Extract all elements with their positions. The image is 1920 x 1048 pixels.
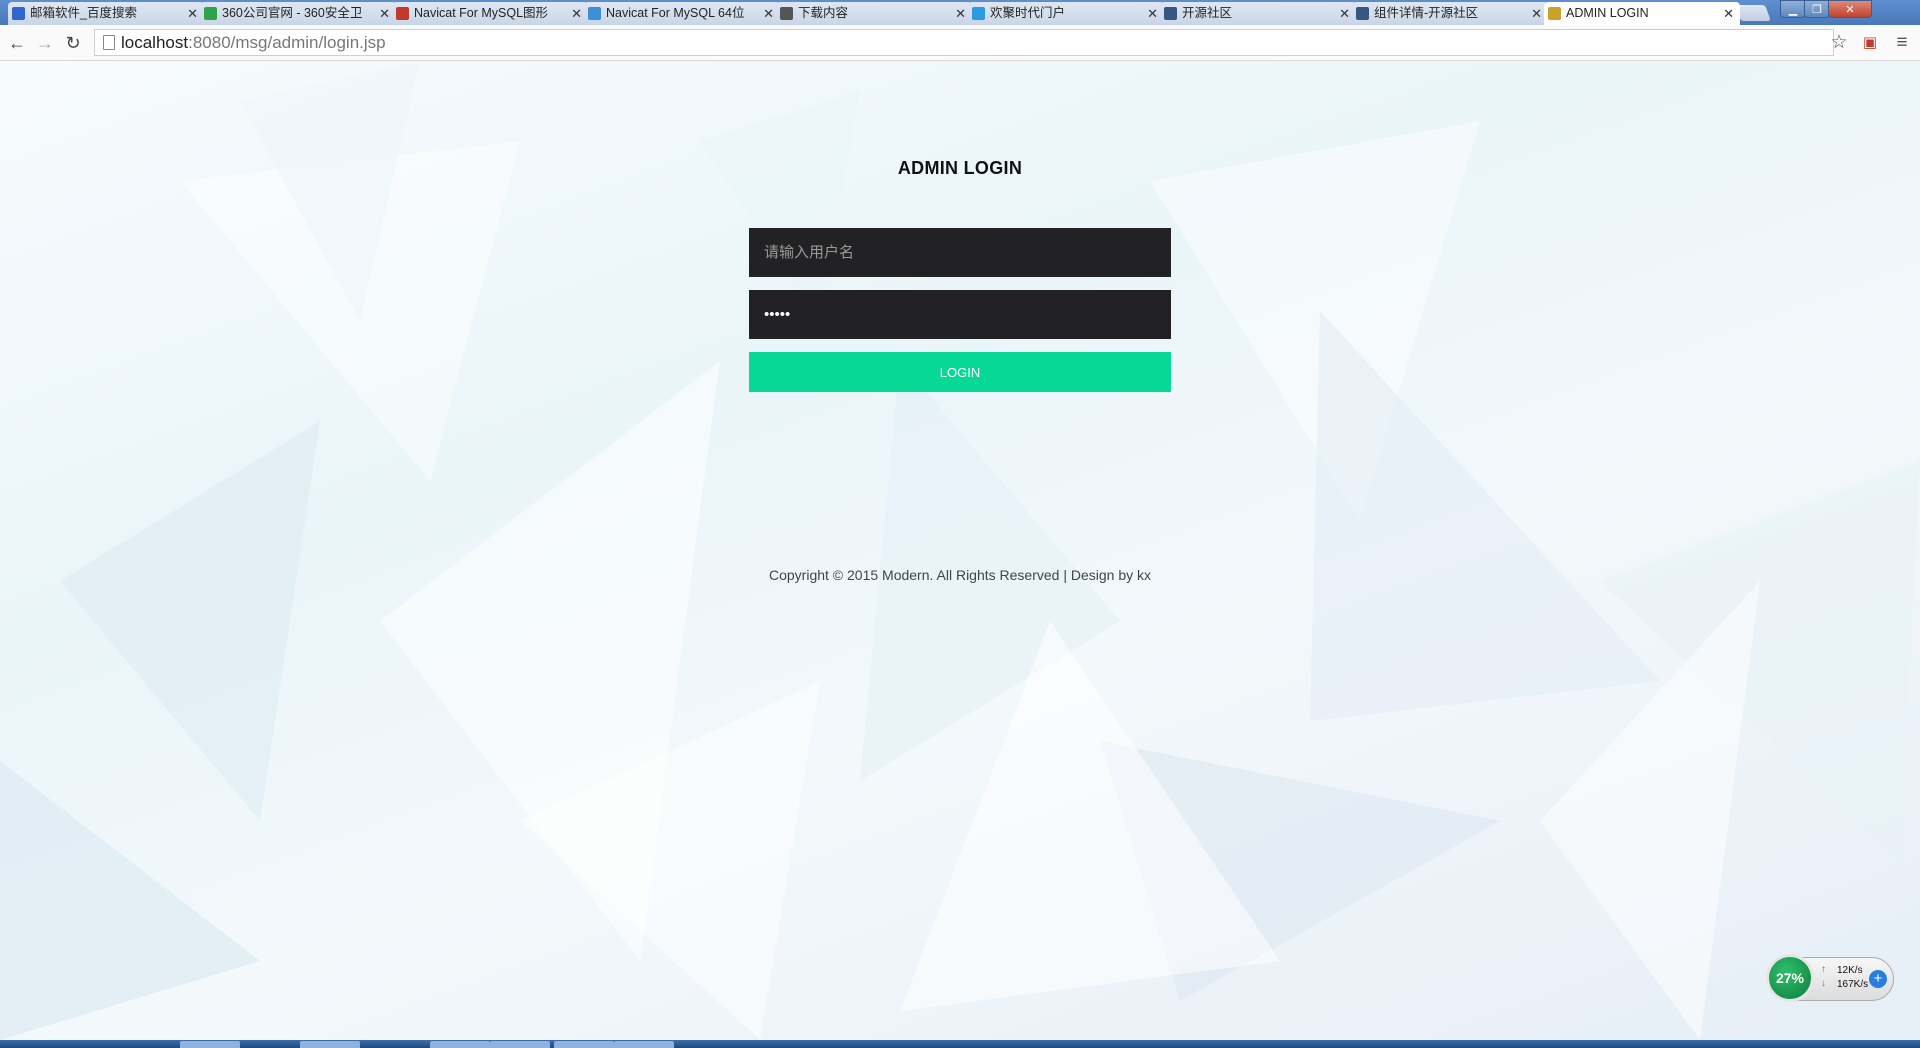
upload-speed: 12K/s [1837, 965, 1863, 976]
tab[interactable]: 组件详情-开源社区 ✕ [1352, 2, 1548, 25]
plus-icon[interactable]: + [1869, 970, 1887, 988]
tab-close-icon[interactable]: ✕ [1723, 2, 1734, 25]
tab[interactable]: ADMIN LOGIN ✕ [1544, 2, 1740, 25]
background-art [0, 61, 1920, 1040]
tab-label: Navicat For MySQL图形 [414, 6, 549, 20]
back-icon[interactable]: ← [5, 31, 29, 55]
tab-favicon-icon [588, 7, 601, 20]
tab-close-icon[interactable]: ✕ [187, 2, 198, 25]
tab-favicon-icon [396, 7, 409, 20]
tab-close-icon[interactable]: ✕ [1147, 2, 1158, 25]
tab-label: ADMIN LOGIN [1566, 6, 1649, 20]
close-window-button[interactable]: ✕ [1828, 0, 1872, 18]
login-title: ADMIN LOGIN [897, 158, 1023, 178]
bookmark-star-icon[interactable]: ☆ [1827, 31, 1851, 55]
tab-close-icon[interactable]: ✕ [763, 2, 774, 25]
tab[interactable]: 下载内容 ✕ [776, 2, 972, 25]
tab-close-icon[interactable]: ✕ [1531, 2, 1542, 25]
tab[interactable]: 360公司官网 - 360安全卫 ✕ [200, 2, 396, 25]
download-speed: 167K/s [1837, 979, 1869, 990]
tab-label: 组件详情-开源社区 [1374, 6, 1479, 20]
login-button[interactable]: LOGIN [749, 352, 1171, 392]
browser-toolbar: ← → ↻ localhost:8080/msg/admin/login.jsp… [0, 25, 1920, 61]
network-monitor-widget[interactable]: 27% ↑ 12K/s ↓ 167K/s + [1766, 954, 1894, 1002]
tab-label: 下载内容 [798, 6, 849, 20]
taskbar-item[interactable] [554, 1041, 614, 1048]
reload-icon[interactable]: ↻ [61, 31, 85, 55]
extension-icon[interactable]: ▣ [1858, 31, 1882, 55]
new-tab-button[interactable] [1735, 5, 1771, 21]
tab-close-icon[interactable]: ✕ [571, 2, 582, 25]
tab-favicon-icon [780, 7, 793, 20]
tab-label: 360公司官网 - 360安全卫 [222, 6, 363, 20]
tab-favicon-icon [972, 7, 985, 20]
address-bar[interactable]: localhost:8080/msg/admin/login.jsp [94, 29, 1834, 56]
cpu-usage-badge[interactable]: 27% [1766, 954, 1814, 1002]
url-host: localhost [121, 33, 189, 52]
tab-label: Navicat For MySQL 64位 [606, 6, 745, 20]
download-arrow-icon: ↓ [1821, 978, 1826, 989]
tab-favicon-icon [1548, 7, 1561, 20]
minimize-button[interactable]: ▁ [1780, 0, 1806, 18]
taskbar-item[interactable] [300, 1041, 360, 1048]
tab[interactable]: Navicat For MySQL图形 ✕ [392, 2, 588, 25]
tab-favicon-icon [204, 7, 217, 20]
page-content: ADMIN LOGIN LOGIN Copyright © 2015 Moder… [0, 61, 1920, 1040]
username-input[interactable] [749, 228, 1171, 277]
tab-favicon-icon [1164, 7, 1177, 20]
copyright-text: Copyright © 2015 Modern. All Rights Rese… [768, 567, 1152, 583]
tab-close-icon[interactable]: ✕ [955, 2, 966, 25]
tab-close-icon[interactable]: ✕ [1339, 2, 1350, 25]
taskbar [0, 1040, 1920, 1048]
maximize-button[interactable]: ❐ [1804, 0, 1830, 18]
taskbar-item[interactable] [614, 1041, 674, 1048]
password-input[interactable] [749, 290, 1171, 339]
tab[interactable]: 欢聚时代门户 ✕ [968, 2, 1164, 25]
tab[interactable]: Navicat For MySQL 64位 ✕ [584, 2, 780, 25]
tab-label: 开源社区 [1182, 6, 1233, 20]
tab-close-icon[interactable]: ✕ [379, 2, 390, 25]
tab[interactable]: 开源社区 ✕ [1160, 2, 1356, 25]
tab-favicon-icon [12, 7, 25, 20]
tab-favicon-icon [1356, 7, 1369, 20]
menu-icon[interactable]: ≡ [1890, 31, 1914, 55]
url-text: localhost:8080/msg/admin/login.jsp [121, 30, 386, 55]
taskbar-item[interactable] [490, 1041, 550, 1048]
tab[interactable]: 邮箱软件_百度搜索 ✕ [8, 2, 204, 25]
taskbar-item[interactable] [180, 1041, 240, 1048]
upload-arrow-icon: ↑ [1821, 964, 1826, 975]
page-icon [103, 35, 115, 50]
tab-label: 欢聚时代门户 [990, 6, 1066, 20]
forward-icon[interactable]: → [33, 31, 57, 55]
taskbar-item[interactable] [430, 1041, 490, 1048]
url-path: :8080/msg/admin/login.jsp [188, 33, 386, 52]
tab-label: 邮箱软件_百度搜索 [30, 6, 137, 20]
